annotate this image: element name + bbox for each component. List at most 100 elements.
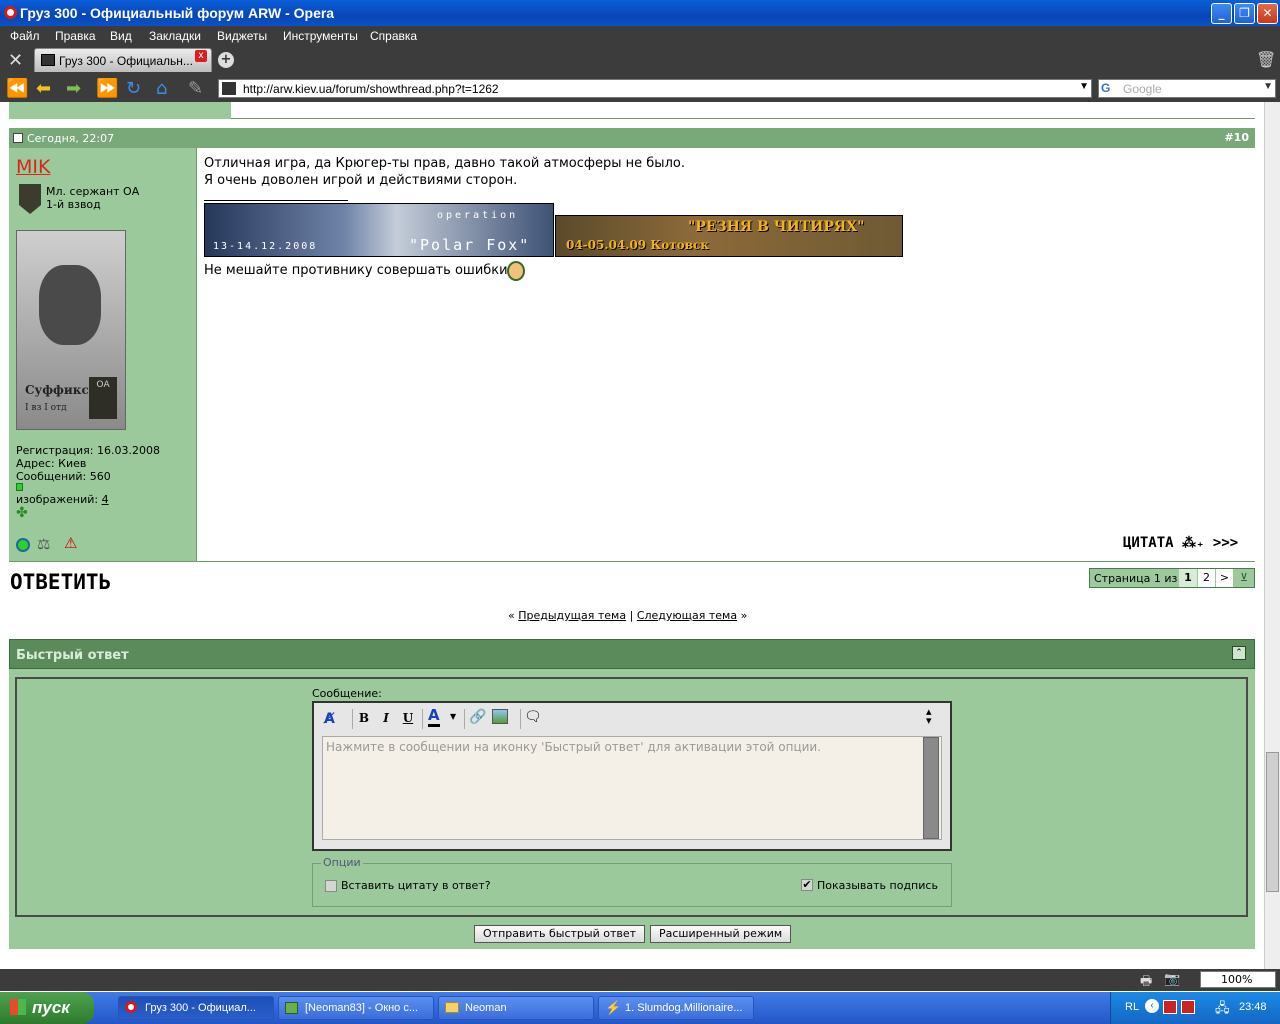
smiley-soldier-icon: [507, 261, 525, 281]
images-count-link[interactable]: 4: [102, 493, 109, 506]
trash-icon[interactable]: 🗑: [1256, 50, 1276, 69]
avatar-caption: Суффикс: [25, 383, 89, 397]
user-rank: Мл. сержант ОА: [46, 185, 140, 198]
report-icon[interactable]: ⚠: [64, 534, 77, 552]
new-tab-icon[interactable]: +: [218, 52, 234, 68]
italic-icon[interactable]: I: [376, 708, 396, 728]
prev-thread-link[interactable]: Предыдущая тема: [518, 609, 626, 622]
username-link[interactable]: MIK: [16, 156, 50, 178]
quick-reply-header: Быстрый ответ ⌃: [9, 639, 1255, 669]
post-header: Сегодня, 22:07 #10: [9, 128, 1255, 148]
post-text-line1: Отличная игра, да Крюгер-ты прав, давно …: [204, 156, 685, 171]
start-button[interactable]: пуск: [0, 992, 94, 1024]
resize-editor-icon[interactable]: ▴ ▾: [926, 706, 932, 726]
task-opera[interactable]: Груз 300 - Официал...: [118, 996, 274, 1020]
menu-tools[interactable]: Инструменты: [283, 29, 358, 43]
quick-reply-panel: Сообщение: A̸ B I U A ▼ 🔗 🗨 ▴ ▾ Нажмите в…: [9, 669, 1255, 949]
bold-icon[interactable]: B: [354, 708, 374, 728]
fast-forward-icon[interactable]: ⏩: [96, 78, 118, 99]
quick-reply-title: Быстрый ответ: [16, 648, 129, 663]
back-icon[interactable]: ⬅: [36, 78, 51, 99]
textarea-scrollbar[interactable]: [923, 737, 939, 839]
text-color-icon[interactable]: A: [428, 706, 440, 727]
insert-quote-checkbox[interactable]: [325, 880, 337, 892]
menu-view[interactable]: Вид: [110, 29, 132, 43]
opera-task-icon: [125, 1001, 137, 1013]
show-signature-checkbox[interactable]: ✔: [801, 879, 813, 891]
next-thread-link[interactable]: Следующая тема: [637, 609, 737, 622]
menu-file[interactable]: Файл: [10, 29, 40, 43]
menu-bookmarks[interactable]: Закладки: [149, 29, 201, 43]
camera-icon[interactable]: 📷: [1164, 972, 1180, 987]
task-chat-label: [Neoman83] - Окно с...: [305, 1002, 418, 1014]
zoom-field[interactable]: 100%: [1200, 971, 1276, 988]
minimize-button[interactable]: _: [1211, 3, 1232, 24]
search-field[interactable]: G Google ▼: [1098, 79, 1276, 98]
window-title: Груз 300 - Официальный форум ARW - Opera: [20, 5, 335, 21]
banner-polar-fox[interactable]: operation 13-14.12.2008 "Polar Fox": [204, 203, 554, 257]
tray-app2-icon[interactable]: [1181, 1000, 1195, 1014]
menu-edit[interactable]: Правка: [55, 29, 96, 43]
tools-icon[interactable]: ✕: [8, 50, 23, 71]
scales-icon[interactable]: ⚖: [37, 535, 50, 553]
banner-reznya[interactable]: "РЕЗНЯ В ЧИТИРЯХ" 04-05.04.09 Котовск: [555, 215, 903, 257]
image-icon[interactable]: [492, 709, 508, 724]
address-dropdown-icon[interactable]: ▼: [1079, 81, 1089, 92]
rewind-icon[interactable]: ⏪: [6, 78, 28, 99]
tray-app1-icon[interactable]: [1163, 1000, 1177, 1014]
banner2-sub: 04-05.04.09 Котовск: [566, 238, 709, 252]
tray-expand-icon[interactable]: ‹: [1145, 999, 1159, 1013]
status-bar: 🖶 📷 100%: [0, 969, 1280, 991]
lang-indicator[interactable]: RL: [1125, 1001, 1139, 1013]
quote-icon[interactable]: 🗨: [524, 709, 542, 725]
page-jump-icon[interactable]: ⊻: [1234, 569, 1254, 587]
forward-icon[interactable]: ➡: [66, 78, 81, 99]
user-unit: 1-й взвод: [46, 198, 101, 211]
online-status-icon: [16, 538, 30, 552]
task-player-label: 1. Slumdog.Millionaire...: [625, 1002, 743, 1014]
multiquote-icon[interactable]: ⁂₊: [1182, 535, 1204, 551]
user-address: Адрес: Киев: [16, 457, 87, 470]
search-dropdown-icon[interactable]: ▼: [1263, 81, 1273, 92]
menu-help[interactable]: Справка: [370, 29, 417, 43]
taskbar: пуск Груз 300 - Официал... [Neoman83] - …: [0, 992, 1280, 1024]
page-current: 1: [1179, 569, 1197, 587]
player-task-icon: ⚡: [605, 1000, 622, 1015]
edit-icon[interactable]: ✎: [188, 78, 203, 99]
quote-button[interactable]: ЦИТАТА ⁂₊ >>>: [1123, 535, 1238, 551]
page-2-link[interactable]: 2: [1198, 569, 1215, 587]
task-folder[interactable]: Neoman: [438, 996, 594, 1020]
task-chat[interactable]: [Neoman83] - Окно с...: [278, 996, 434, 1020]
network-icon[interactable]: 🖧: [1215, 999, 1230, 1021]
reload-icon[interactable]: ↻: [126, 78, 141, 99]
home-icon[interactable]: ⌂: [156, 78, 167, 99]
underline-icon[interactable]: U: [398, 708, 418, 728]
banner2-title: "РЕЗНЯ В ЧИТИРЯХ": [688, 219, 865, 235]
menu-bar: Файл Правка Вид Закладки Виджеты Инструм…: [0, 26, 1280, 46]
message-textarea[interactable]: Нажмите в сообщении на иконку 'Быстрый о…: [322, 736, 942, 840]
text-color-dropdown-icon[interactable]: ▼: [450, 712, 456, 721]
user-registration: Регистрация: 16.03.2008: [16, 444, 160, 457]
clover-icon: ✤: [16, 505, 28, 521]
tab-close-icon[interactable]: x: [195, 50, 207, 62]
maximize-button[interactable]: ❐: [1234, 3, 1255, 24]
address-bar[interactable]: http://arw.kiev.ua/forum/showthread.php?…: [218, 79, 1092, 98]
more-icon[interactable]: >>>: [1213, 535, 1238, 551]
link-icon[interactable]: 🔗: [469, 709, 486, 725]
close-button[interactable]: ✕: [1257, 3, 1278, 24]
print-icon[interactable]: 🖶: [1140, 972, 1152, 994]
remove-format-icon[interactable]: A̸: [324, 711, 335, 727]
post-number[interactable]: #10: [1224, 131, 1249, 144]
task-player[interactable]: ⚡ 1. Slumdog.Millionaire...: [598, 996, 754, 1020]
scrollbar-thumb[interactable]: [1266, 752, 1279, 892]
reply-button[interactable]: ОТВЕТИТЬ: [10, 570, 111, 594]
search-placeholder: Google: [1123, 82, 1162, 96]
tab-label: Груз 300 - Официальн...: [59, 54, 193, 68]
menu-widgets[interactable]: Виджеты: [217, 29, 267, 43]
collapse-icon[interactable]: ⌃: [1232, 646, 1246, 660]
submit-quick-reply-button[interactable]: Отправить быстрый ответ: [474, 925, 646, 943]
advanced-mode-button[interactable]: Расширенный режим: [650, 925, 792, 943]
browser-tab[interactable]: Груз 300 - Официальн... x: [34, 48, 212, 72]
page-next-link[interactable]: >: [1216, 569, 1233, 587]
page-scrollbar[interactable]: [1264, 102, 1280, 969]
